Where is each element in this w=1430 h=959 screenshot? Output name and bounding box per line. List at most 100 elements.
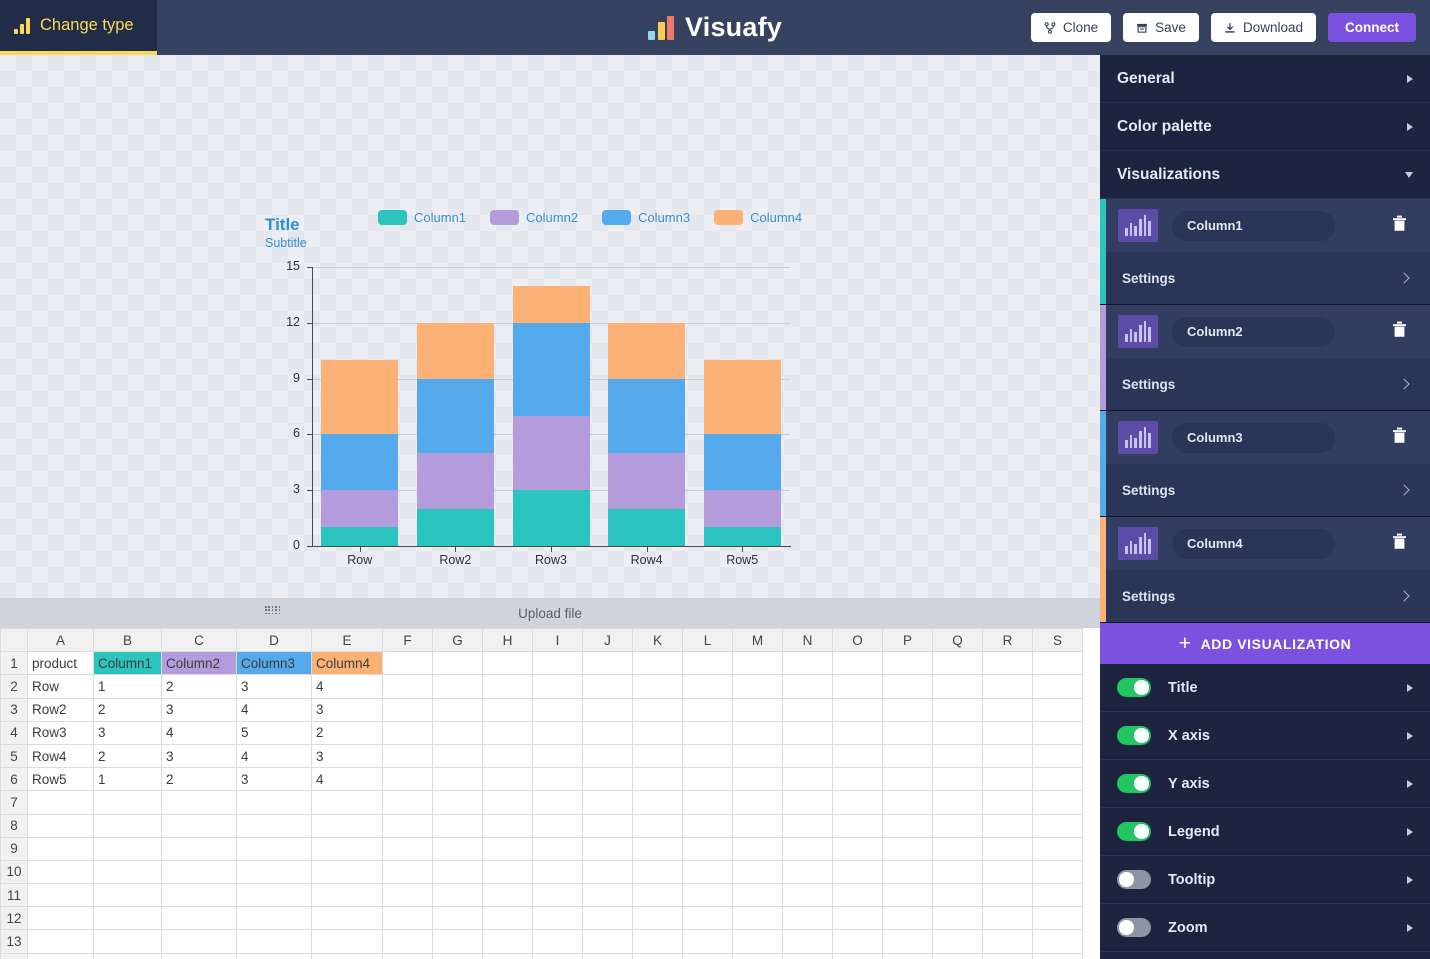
bar-segment[interactable] xyxy=(321,490,399,528)
row-header-5[interactable]: 5 xyxy=(0,743,28,769)
cell-empty[interactable] xyxy=(432,674,483,699)
cell-value[interactable]: 3 xyxy=(93,720,162,745)
cell-label[interactable]: Row4 xyxy=(27,743,94,769)
cell-value[interactable]: 4 xyxy=(236,743,312,769)
cell-empty[interactable] xyxy=(582,720,633,745)
cell-empty[interactable] xyxy=(482,836,533,861)
cell-empty[interactable] xyxy=(882,651,933,676)
cell-empty[interactable] xyxy=(382,859,433,885)
cell-empty[interactable] xyxy=(382,929,433,954)
select-all-corner[interactable] xyxy=(0,628,28,653)
cell-empty[interactable] xyxy=(1032,859,1083,885)
cell-empty[interactable] xyxy=(482,859,533,885)
cell-empty[interactable] xyxy=(582,697,633,722)
row-header-11[interactable]: 11 xyxy=(0,883,28,908)
cell-empty[interactable] xyxy=(93,836,162,861)
cell-empty[interactable] xyxy=(532,790,583,815)
legend-item[interactable]: Column1 xyxy=(378,210,466,225)
cell-empty[interactable] xyxy=(832,883,883,908)
cell-empty[interactable] xyxy=(93,883,162,908)
cell-empty[interactable] xyxy=(632,859,683,885)
cell-empty[interactable] xyxy=(682,720,733,745)
column-header-l[interactable]: L xyxy=(682,628,733,653)
cell-empty[interactable] xyxy=(1032,720,1083,745)
bar-chart-icon[interactable] xyxy=(1118,315,1158,348)
cell-empty[interactable] xyxy=(982,790,1033,815)
cell-empty[interactable] xyxy=(432,651,483,676)
row-header-3[interactable]: 3 xyxy=(0,697,28,722)
cell-value[interactable]: 3 xyxy=(311,697,383,722)
cell-empty[interactable] xyxy=(782,790,833,815)
bar-chart-icon[interactable] xyxy=(1118,421,1158,454)
cell-empty[interactable] xyxy=(382,720,433,745)
cell-empty[interactable] xyxy=(982,952,1033,959)
cell-empty[interactable] xyxy=(27,883,94,908)
cell-empty[interactable] xyxy=(982,651,1033,676)
cell-empty[interactable] xyxy=(882,767,933,792)
row-header-8[interactable]: 8 xyxy=(0,813,28,838)
cell-empty[interactable] xyxy=(161,859,237,885)
cell-empty[interactable] xyxy=(1032,697,1083,722)
cell-empty[interactable] xyxy=(582,813,633,838)
cell-empty[interactable] xyxy=(982,813,1033,838)
visualization-name-input[interactable]: Column4 xyxy=(1172,528,1335,559)
cell-empty[interactable] xyxy=(782,906,833,931)
cell-empty[interactable] xyxy=(482,906,533,931)
cell-empty[interactable] xyxy=(682,674,733,699)
cell-empty[interactable] xyxy=(632,790,683,815)
cell-label[interactable]: Row xyxy=(27,674,94,699)
legend-item[interactable]: Column2 xyxy=(490,210,578,225)
toggle-tooltip[interactable] xyxy=(1117,870,1151,889)
cell-empty[interactable] xyxy=(382,651,433,676)
cell-empty[interactable] xyxy=(432,697,483,722)
row-header-10[interactable]: 10 xyxy=(0,859,28,885)
cell-empty[interactable] xyxy=(832,651,883,676)
cell-empty[interactable] xyxy=(93,906,162,931)
cell-value[interactable]: 4 xyxy=(311,674,383,699)
cell-value[interactable]: 2 xyxy=(161,674,237,699)
cell-value[interactable]: 4 xyxy=(161,720,237,745)
cell-empty[interactable] xyxy=(782,952,833,959)
column-header-d[interactable]: D xyxy=(236,628,312,653)
cell-empty[interactable] xyxy=(161,883,237,908)
bar-stack[interactable] xyxy=(703,360,781,546)
sidebar-section-color-palette[interactable]: Color palette xyxy=(1100,103,1430,151)
cell-empty[interactable] xyxy=(982,906,1033,931)
cell-empty[interactable] xyxy=(882,674,933,699)
bar-stack[interactable] xyxy=(321,360,399,546)
cell-empty[interactable] xyxy=(682,952,733,959)
cell-empty[interactable] xyxy=(832,952,883,959)
cell-empty[interactable] xyxy=(382,743,433,769)
cell-empty[interactable] xyxy=(632,836,683,861)
cell-empty[interactable] xyxy=(482,697,533,722)
cell-empty[interactable] xyxy=(732,859,783,885)
cell-empty[interactable] xyxy=(161,952,237,959)
cell-empty[interactable] xyxy=(632,720,683,745)
row-header-12[interactable]: 12 xyxy=(0,906,28,931)
cell-empty[interactable] xyxy=(236,952,312,959)
cell-empty[interactable] xyxy=(1032,906,1083,931)
cell-empty[interactable] xyxy=(832,906,883,931)
column-header-o[interactable]: O xyxy=(832,628,883,653)
column-header-c[interactable]: C xyxy=(161,628,237,653)
cell-empty[interactable] xyxy=(982,836,1033,861)
cell-empty[interactable] xyxy=(832,720,883,745)
cell-empty[interactable] xyxy=(832,697,883,722)
cell-empty[interactable] xyxy=(732,883,783,908)
cell-empty[interactable] xyxy=(482,952,533,959)
cell-empty[interactable] xyxy=(732,674,783,699)
cell-empty[interactable] xyxy=(93,859,162,885)
cell-empty[interactable] xyxy=(27,813,94,838)
cell-empty[interactable] xyxy=(682,859,733,885)
cell-empty[interactable] xyxy=(482,767,533,792)
cell-empty[interactable] xyxy=(582,836,633,861)
trash-icon[interactable] xyxy=(1391,320,1408,344)
cell-header-4[interactable]: Column4 xyxy=(311,651,383,676)
cell-empty[interactable] xyxy=(882,929,933,954)
cell-empty[interactable] xyxy=(1032,790,1083,815)
cell-empty[interactable] xyxy=(932,813,983,838)
cell-value[interactable]: 5 xyxy=(236,720,312,745)
cell-empty[interactable] xyxy=(682,790,733,815)
cell-empty[interactable] xyxy=(732,929,783,954)
toggle-zoom[interactable] xyxy=(1117,918,1151,937)
